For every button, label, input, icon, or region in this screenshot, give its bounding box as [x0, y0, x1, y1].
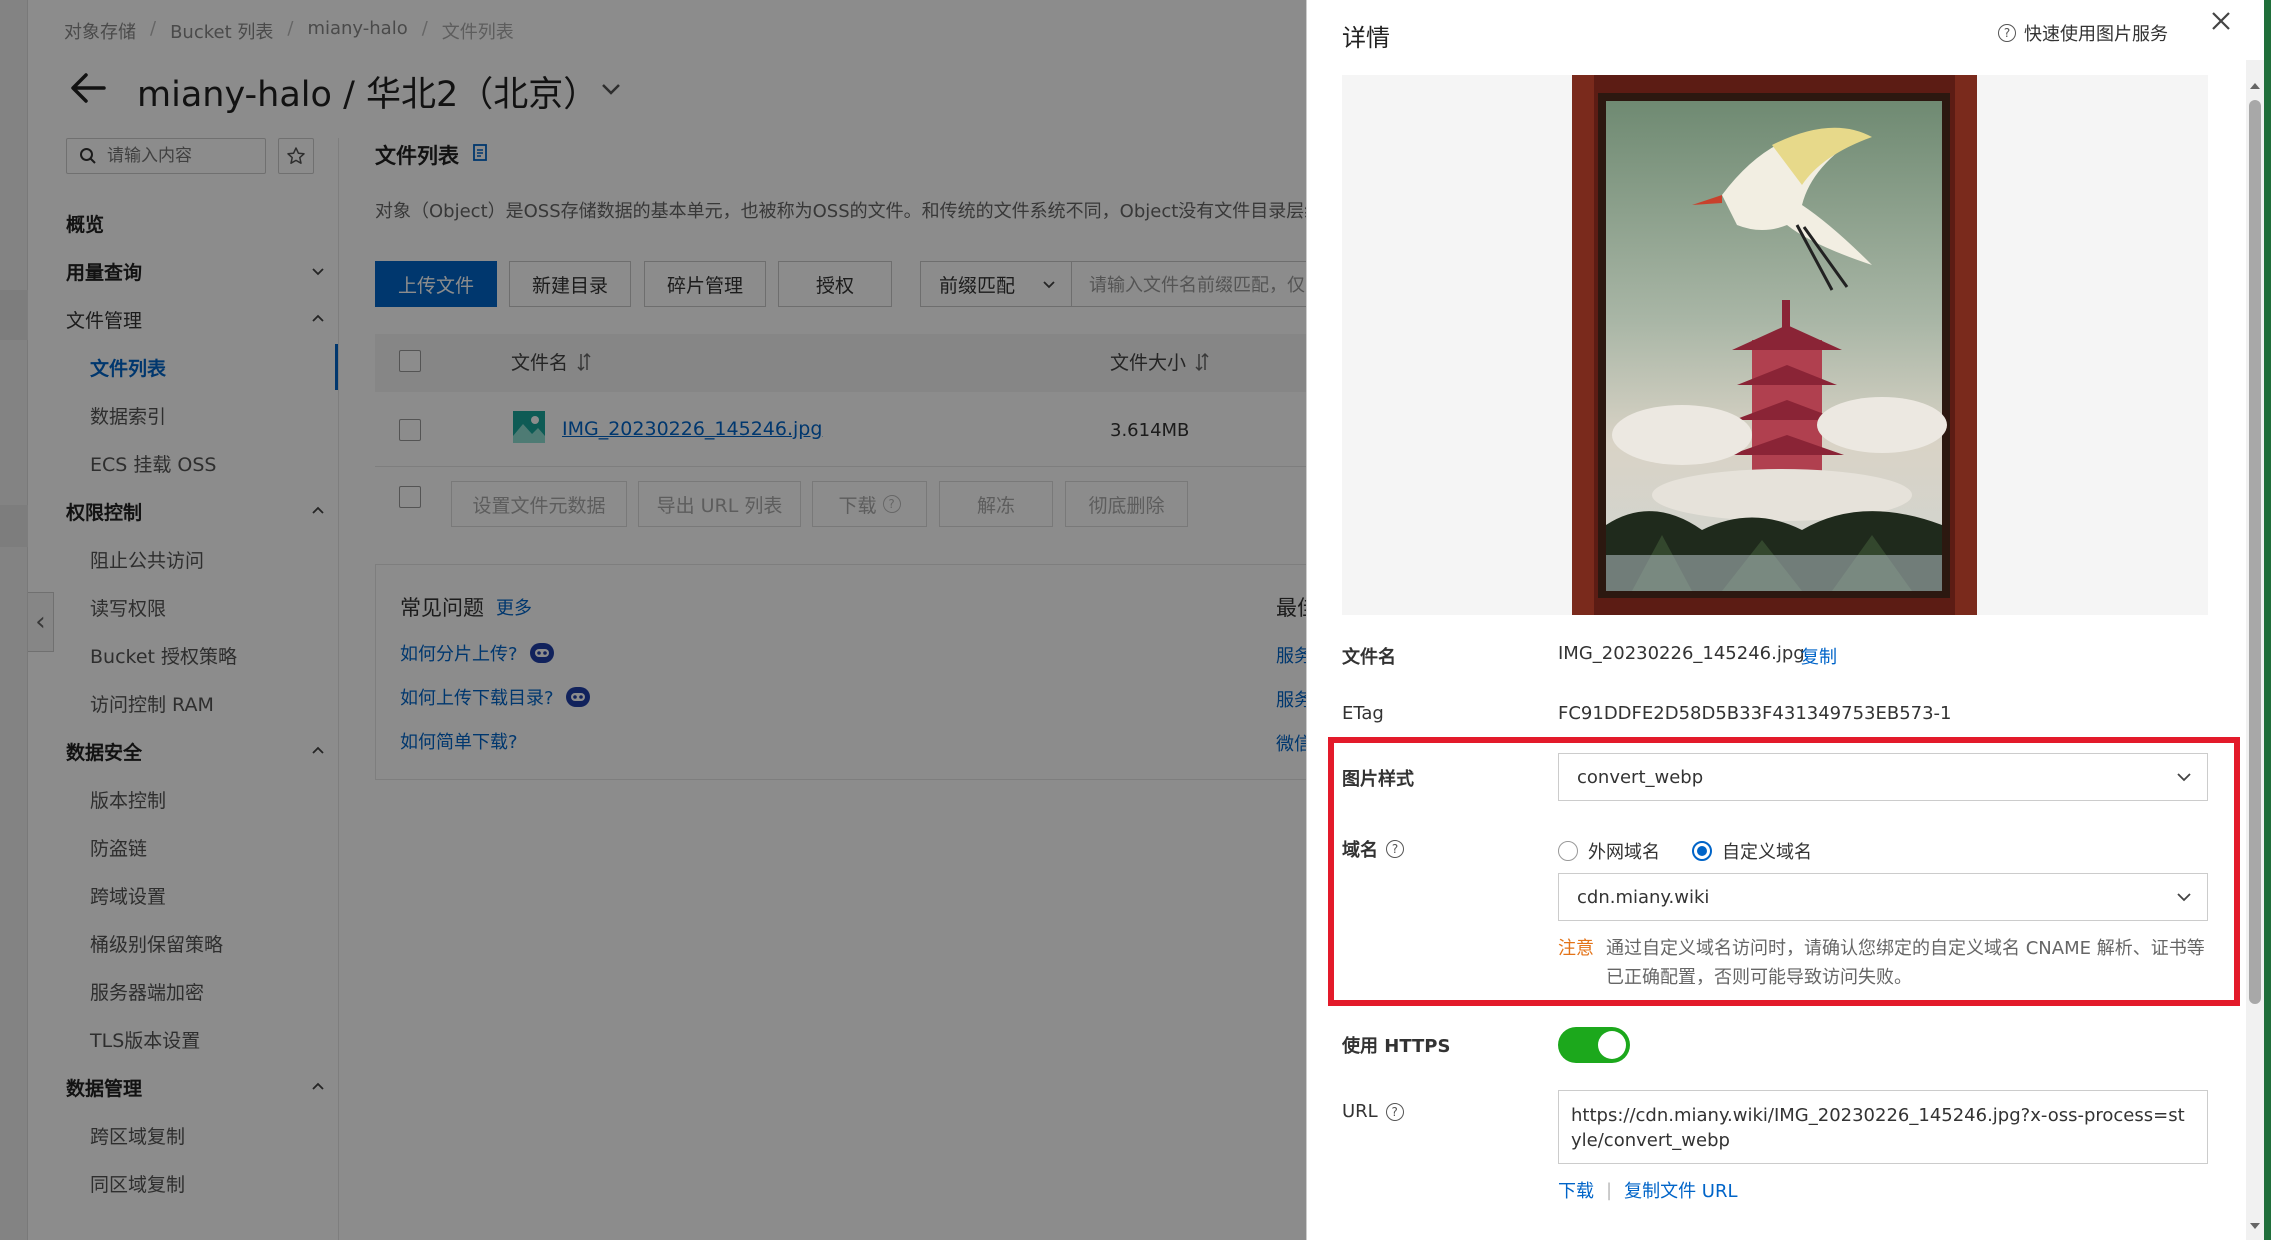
image-preview[interactable]: [1572, 75, 1977, 615]
filename-value: IMG_20230226_145246.jpg: [1558, 643, 1805, 664]
link-divider: |: [1606, 1179, 1613, 1201]
close-icon[interactable]: [2208, 8, 2234, 34]
https-toggle[interactable]: [1558, 1027, 1630, 1063]
url-label-text: URL: [1342, 1101, 1378, 1122]
toggle-knob: [1598, 1031, 1626, 1059]
url-textarea[interactable]: https://cdn.miany.wiki/IMG_20230226_1452…: [1558, 1090, 2208, 1164]
drawer-title: 详情: [1342, 24, 1390, 52]
window-edge: [2264, 0, 2271, 1240]
etag-label: ETag: [1342, 703, 1384, 724]
https-label: 使用 HTTPS: [1342, 1036, 1451, 1057]
help-icon[interactable]: ?: [1385, 1102, 1404, 1121]
highlight-annotation-frame: [1328, 737, 2240, 1006]
quick-link-label: 快速使用图片服务: [2024, 24, 2168, 45]
drawer-scrollbar-thumb[interactable]: [2249, 100, 2261, 1004]
etag-value: FC91DDFE2D58D5B33F431349753EB573-1: [1558, 703, 1952, 724]
help-icon: ?: [1998, 24, 2016, 42]
modal-overlay[interactable]: [0, 0, 1306, 1240]
url-label: URL ?: [1342, 1101, 1404, 1122]
quick-image-service-link[interactable]: ? 快速使用图片服务: [1998, 20, 2168, 46]
url-actions: 下载 | 复制文件 URL: [1558, 1177, 1738, 1203]
filename-label: 文件名: [1342, 647, 1396, 668]
copy-filename-link[interactable]: 复制: [1801, 643, 1837, 669]
scroll-down-arrow-icon[interactable]: [2249, 1220, 2261, 1232]
download-link[interactable]: 下载: [1558, 1177, 1594, 1203]
file-list-page: ‹ 对象存储 / Bucket 列表 / miany-halo / 文件列表 m…: [0, 0, 1306, 1240]
copy-url-link[interactable]: 复制文件 URL: [1624, 1177, 1737, 1203]
scroll-up-arrow-icon[interactable]: [2249, 80, 2261, 92]
